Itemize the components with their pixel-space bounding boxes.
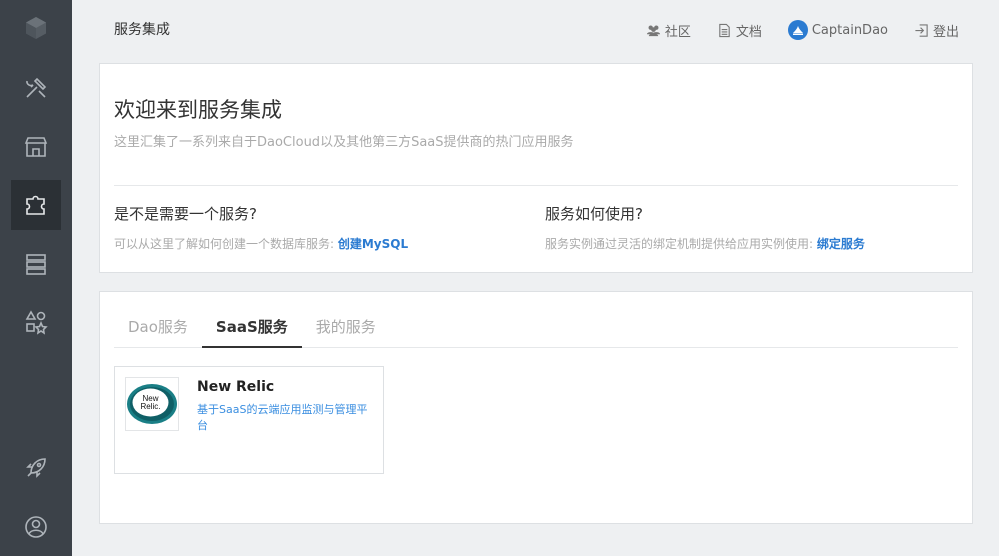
sidebar-item-services[interactable] [11,180,61,230]
rocket-icon [26,458,46,478]
newrelic-logo: New Relic. [125,377,179,431]
divider [114,185,958,186]
top-nav: 社区 文档 CaptainDao 登出 [620,20,959,40]
welcome-subtitle: 这里汇集了一系列来自于DaoCloud以及其他第三方SaaS提供商的热门应用服务 [114,135,574,150]
sidebar-item-store[interactable] [11,122,61,172]
logout-icon [915,23,928,37]
help-create-service: 是不是需要一个服务? 可以从这里了解如何创建一个数据库服务: 创建MySQL [114,203,408,252]
sidebar-logo[interactable] [11,3,61,53]
store-icon [24,137,48,157]
help-use-heading: 服务如何使用? [545,205,643,223]
user-circle-icon [25,516,47,538]
tab-saas-services[interactable]: SaaS服务 [201,310,302,348]
users-icon [646,25,660,36]
avatar-icon [787,20,808,40]
service-tabs: Dao服务 SaaS服务 我的服务 [114,310,958,348]
shapes-icon [25,310,48,335]
sidebar-item-tools[interactable] [11,63,61,113]
help-use-text: 服务实例通过灵活的绑定机制提供给应用实例使用: 绑定服务 [545,235,865,252]
sidebar-item-apps[interactable] [11,297,61,347]
document-icon [719,23,730,37]
nav-community[interactable]: 社区 [646,21,691,40]
sidebar-item-account[interactable] [11,502,61,552]
service-name: New Relic [197,379,275,395]
nav-logout-label: 登出 [932,24,959,40]
create-mysql-link[interactable]: 创建MySQL [338,237,408,251]
nav-logout[interactable]: 登出 [914,21,959,40]
tools-icon [26,77,47,98]
svg-text:Relic.: Relic. [140,402,160,411]
puzzle-icon [26,195,45,215]
bind-service-link[interactable]: 绑定服务 [817,237,865,251]
nav-docs[interactable]: 文档 [717,21,762,40]
nav-user[interactable]: CaptainDao [787,20,888,40]
help-create-heading: 是不是需要一个服务? [114,205,257,223]
nav-community-label: 社区 [664,24,691,40]
sidebar-item-launch[interactable] [11,443,61,493]
services-card: Dao服务 SaaS服务 我的服务 New Relic. New Relic 基… [99,291,973,524]
topbar: 服务集成 社区 文档 CaptainDao 登出 [72,0,999,60]
help-use-service: 服务如何使用? 服务实例通过灵活的绑定机制提供给应用实例使用: 绑定服务 [545,203,865,252]
help-create-text-body: 可以从这里了解如何创建一个数据库服务: [114,237,338,251]
newrelic-logo-icon: New Relic. [127,384,177,424]
welcome-title: 欢迎来到服务集成 [114,98,282,122]
help-create-text: 可以从这里了解如何创建一个数据库服务: 创建MySQL [114,235,408,252]
nav-username: CaptainDao [811,22,888,38]
sidebar-item-servers[interactable] [11,239,61,289]
sidebar [0,0,72,556]
help-use-text-body: 服务实例通过灵活的绑定机制提供给应用实例使用: [545,237,817,251]
welcome-card: 欢迎来到服务集成 这里汇集了一系列来自于DaoCloud以及其他第三方SaaS提… [99,63,973,273]
service-card-newrelic[interactable]: New Relic. New Relic 基于SaaS的云端应用监测与管理平台 [114,366,384,474]
page-title: 服务集成 [114,22,170,38]
tab-my-services[interactable]: 我的服务 [302,310,390,348]
service-description: 基于SaaS的云端应用监测与管理平台 [197,403,368,432]
cube-logo-icon [26,17,46,39]
tab-dao-services[interactable]: Dao服务 [114,310,202,348]
server-icon [26,254,46,275]
nav-docs-label: 文档 [735,24,762,40]
